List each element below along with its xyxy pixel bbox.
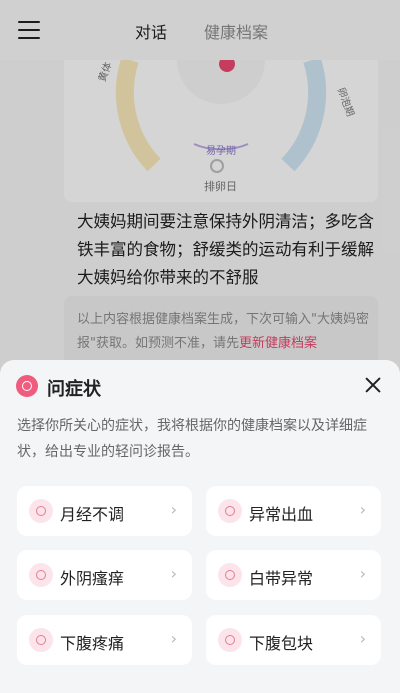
symptom-abnormal-discharge[interactable]: 白带异常 › (206, 550, 381, 600)
close-icon[interactable] (362, 374, 384, 396)
sheet-description: 选择你所关心的症状，我将根据你的健康档案以及详细症状，给出专业的轻问诊报告。 (17, 418, 367, 460)
symptom-label: 白带异常 (249, 569, 314, 588)
question-icon (16, 375, 38, 397)
chevron-right-icon: › (170, 629, 177, 648)
chevron-right-icon: › (359, 564, 366, 583)
symptom-label: 月经不调 (60, 505, 125, 524)
symptom-sheet: 问症状 选择你所关心的症状，我将根据你的健康档案以及详细症状，给出专业的轻问诊报… (0, 360, 400, 693)
chevron-right-icon: › (359, 500, 366, 519)
symptom-abnormal-bleeding[interactable]: 异常出血 › (206, 486, 381, 536)
symptom-label: 下腹包块 (249, 634, 314, 653)
symptom-label: 下腹疼痛 (60, 634, 125, 653)
symptom-lower-abdominal-mass[interactable]: 下腹包块 › (206, 615, 381, 665)
uterus-icon (218, 628, 242, 652)
calendar-icon (29, 499, 53, 523)
chevron-right-icon: › (170, 564, 177, 583)
sheet-title: 问症状 (47, 379, 101, 400)
symptom-lower-abdominal-pain[interactable]: 下腹疼痛 › (17, 615, 192, 665)
symptom-irregular-period[interactable]: 月经不调 › (17, 486, 192, 536)
uterus-icon (218, 499, 242, 523)
symptom-vulvar-itching[interactable]: 外阴瘙痒 › (17, 550, 192, 600)
pad-icon (218, 563, 242, 587)
abdomen-icon (29, 628, 53, 652)
chevron-right-icon: › (170, 500, 177, 519)
symptom-label: 异常出血 (249, 505, 314, 524)
symptom-label: 外阴瘙痒 (60, 569, 125, 588)
underwear-icon (29, 563, 53, 587)
chevron-right-icon: › (359, 629, 366, 648)
